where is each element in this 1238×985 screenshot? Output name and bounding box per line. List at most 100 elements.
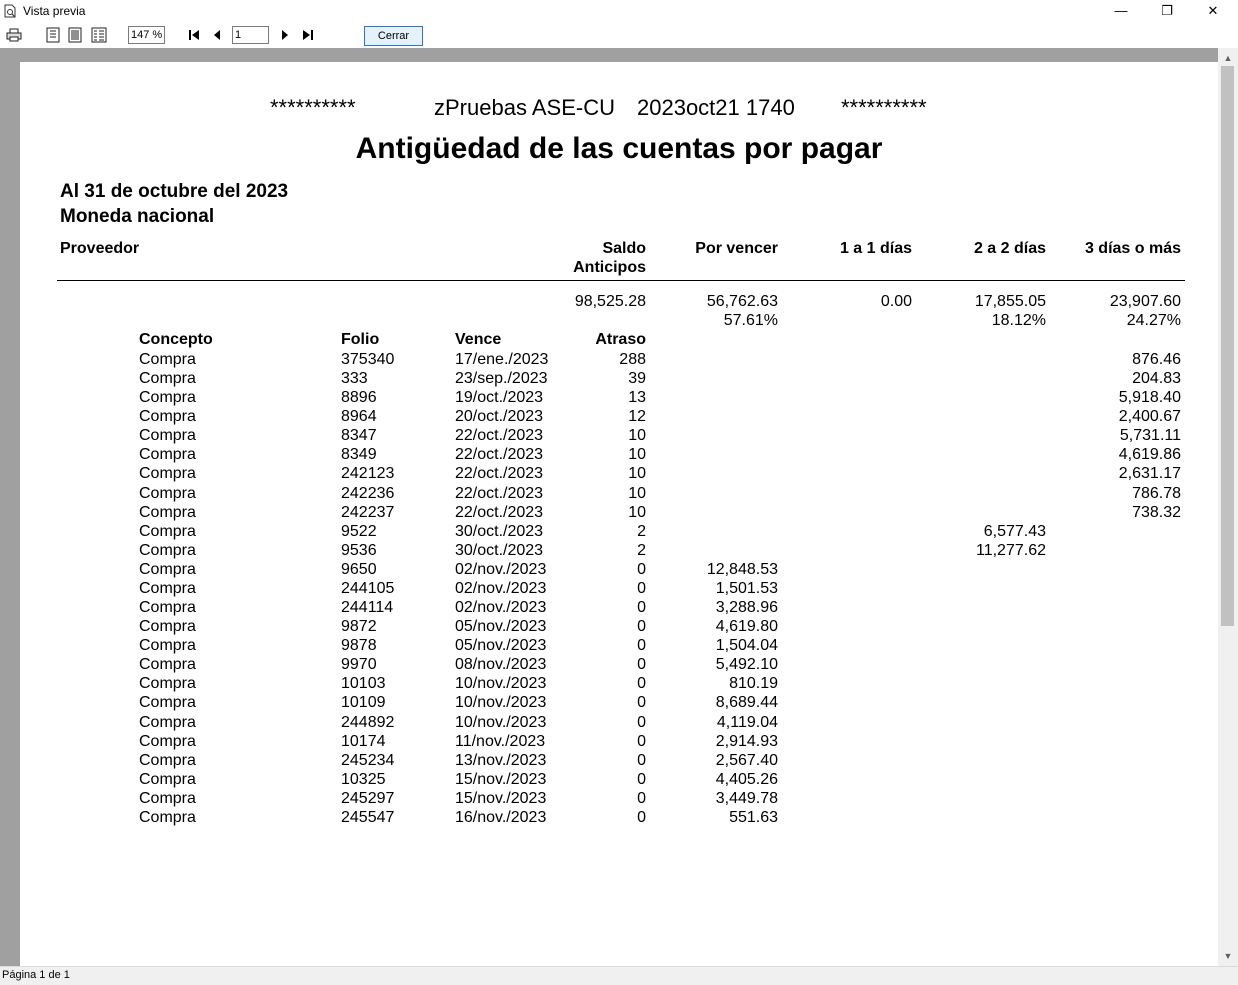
table-row: Compra 245547 16/nov./2023 0 551.63 — [0, 808, 1238, 827]
pct-por-vencer: 57.61% — [723, 312, 778, 329]
table-row: Compra 9650 02/nov./2023 0 12,848.53 — [0, 560, 1238, 579]
total-3-dias: 23,907.60 — [1109, 293, 1181, 310]
table-row: Compra 8347 22/oct./2023 10 5,731.11 — [0, 426, 1238, 445]
row-por-vencer: 3,449.78 — [715, 789, 778, 807]
table-row: Compra 242236 22/oct./2023 10 786.78 — [0, 484, 1238, 503]
row-3-dias: 4,619.86 — [1118, 446, 1181, 464]
close-window-button[interactable]: ✕ — [1190, 0, 1236, 22]
row-vence: 10/nov./2023 — [455, 675, 547, 693]
table-row: Compra 9522 30/oct./2023 2 6,577.43 — [0, 522, 1238, 541]
printer-icon — [6, 28, 22, 42]
row-folio: 244105 — [341, 579, 395, 597]
row-concepto: Compra — [139, 656, 196, 674]
row-atraso: 0 — [637, 599, 646, 617]
row-atraso: 0 — [637, 618, 646, 636]
row-concepto: Compra — [139, 389, 196, 407]
last-page-icon — [303, 30, 313, 40]
one-page-button[interactable] — [44, 26, 62, 44]
table-row: Compra 245234 13/nov./2023 0 2,567.40 — [0, 751, 1238, 770]
row-atraso: 0 — [637, 751, 646, 769]
row-folio: 9536 — [341, 541, 377, 559]
page-width-button[interactable] — [66, 26, 84, 44]
row-vence: 11/nov./2023 — [455, 732, 546, 750]
row-vence: 22/oct./2023 — [455, 503, 544, 521]
scroll-thumb[interactable] — [1221, 66, 1234, 626]
table-row: Compra 10109 10/nov./2023 0 8,689.44 — [0, 693, 1238, 712]
table-row: Compra 245297 15/nov./2023 0 3,449.78 — [0, 789, 1238, 808]
table-row: Compra 9970 08/nov./2023 0 5,492.10 — [0, 655, 1238, 674]
col-vence: Vence — [455, 331, 502, 348]
row-vence: 05/nov./2023 — [455, 637, 547, 655]
row-folio: 242236 — [341, 484, 395, 502]
row-vence: 20/oct./2023 — [455, 408, 544, 426]
company-name: zPruebas ASE-CU — [434, 95, 615, 120]
minimize-button[interactable]: — — [1098, 0, 1144, 22]
vertical-scrollbar[interactable]: ▲ ▼ — [1218, 48, 1238, 966]
col-folio: Folio — [341, 331, 380, 348]
row-concepto: Compra — [139, 465, 196, 483]
row-folio: 245547 — [341, 808, 395, 826]
table-row: Compra 244892 10/nov./2023 0 4,119.04 — [0, 713, 1238, 732]
first-page-button[interactable] — [186, 26, 202, 44]
table-row: Compra 8964 20/oct./2023 12 2,400.67 — [0, 407, 1238, 426]
row-folio: 375340 — [341, 351, 395, 368]
row-folio: 10109 — [341, 694, 386, 712]
zoom-field[interactable] — [128, 26, 165, 44]
next-page-button[interactable] — [278, 26, 292, 44]
row-vence: 13/nov./2023 — [455, 751, 547, 769]
pct-3-dias: 24.27% — [1126, 312, 1181, 329]
row-vence: 15/nov./2023 — [455, 770, 547, 788]
previous-icon — [214, 30, 220, 40]
row-atraso: 10 — [628, 484, 646, 502]
row-concepto: Compra — [139, 579, 196, 597]
row-vence: 22/oct./2023 — [455, 427, 544, 445]
row-vence: 17/ene./2023 — [455, 351, 549, 368]
row-atraso: 0 — [637, 694, 646, 712]
row-atraso: 2 — [637, 541, 646, 559]
row-concepto: Compra — [139, 351, 196, 368]
row-por-vencer: 4,405.26 — [715, 770, 778, 788]
cerrar-button[interactable]: Cerrar — [364, 26, 423, 46]
pct-2-dias: 18.12% — [991, 312, 1046, 329]
stars-right: ********** — [841, 95, 927, 120]
multi-page-icon — [91, 27, 107, 43]
scroll-down-icon[interactable]: ▼ — [1218, 948, 1238, 964]
col-anticipos: Anticipos — [573, 259, 646, 276]
row-concepto: Compra — [139, 522, 196, 540]
row-vence: 22/oct./2023 — [455, 484, 544, 502]
multi-page-button[interactable] — [89, 26, 109, 44]
print-button[interactable] — [4, 26, 24, 44]
prev-page-button[interactable] — [210, 26, 224, 44]
col-3-dias: 3 días o más — [1084, 240, 1181, 257]
col-por-vencer: Por vencer — [695, 240, 778, 257]
row-vence: 22/oct./2023 — [455, 465, 544, 483]
row-folio: 8964 — [341, 408, 377, 426]
table-row: Compra 10174 11/nov./2023 0 2,914.93 — [0, 732, 1238, 751]
row-folio: 244114 — [341, 599, 394, 617]
row-3-dias: 2,400.67 — [1118, 408, 1181, 426]
row-concepto: Compra — [139, 675, 196, 693]
col-proveedor: Proveedor — [60, 240, 140, 257]
last-page-button[interactable] — [300, 26, 316, 44]
row-atraso: 12 — [628, 408, 646, 426]
table-row: Compra 8896 19/oct./2023 13 5,918.40 — [0, 388, 1238, 407]
row-folio: 245297 — [341, 789, 395, 807]
row-por-vencer: 551.63 — [729, 808, 778, 826]
row-vence: 15/nov./2023 — [455, 789, 547, 807]
row-concepto: Compra — [139, 370, 196, 388]
stars-left: ********** — [270, 95, 356, 120]
row-folio: 245234 — [341, 751, 395, 769]
maximize-button[interactable]: ❐ — [1144, 0, 1190, 22]
next-icon — [282, 30, 288, 40]
row-atraso: 10 — [628, 427, 646, 445]
row-3-dias: 2,631.17 — [1118, 465, 1181, 483]
header-rule — [57, 280, 1185, 281]
as-of-date: Al 31 de octubre del 2023 — [60, 181, 289, 202]
scroll-up-icon[interactable]: ▲ — [1218, 50, 1238, 66]
table-row: Compra 244105 02/nov./2023 0 1,501.53 — [0, 579, 1238, 598]
toolbar — [0, 22, 1238, 48]
row-vence: 16/nov./2023 — [455, 808, 547, 826]
row-concepto: Compra — [139, 637, 196, 655]
row-concepto: Compra — [139, 751, 196, 769]
page-number-input[interactable] — [232, 26, 269, 44]
